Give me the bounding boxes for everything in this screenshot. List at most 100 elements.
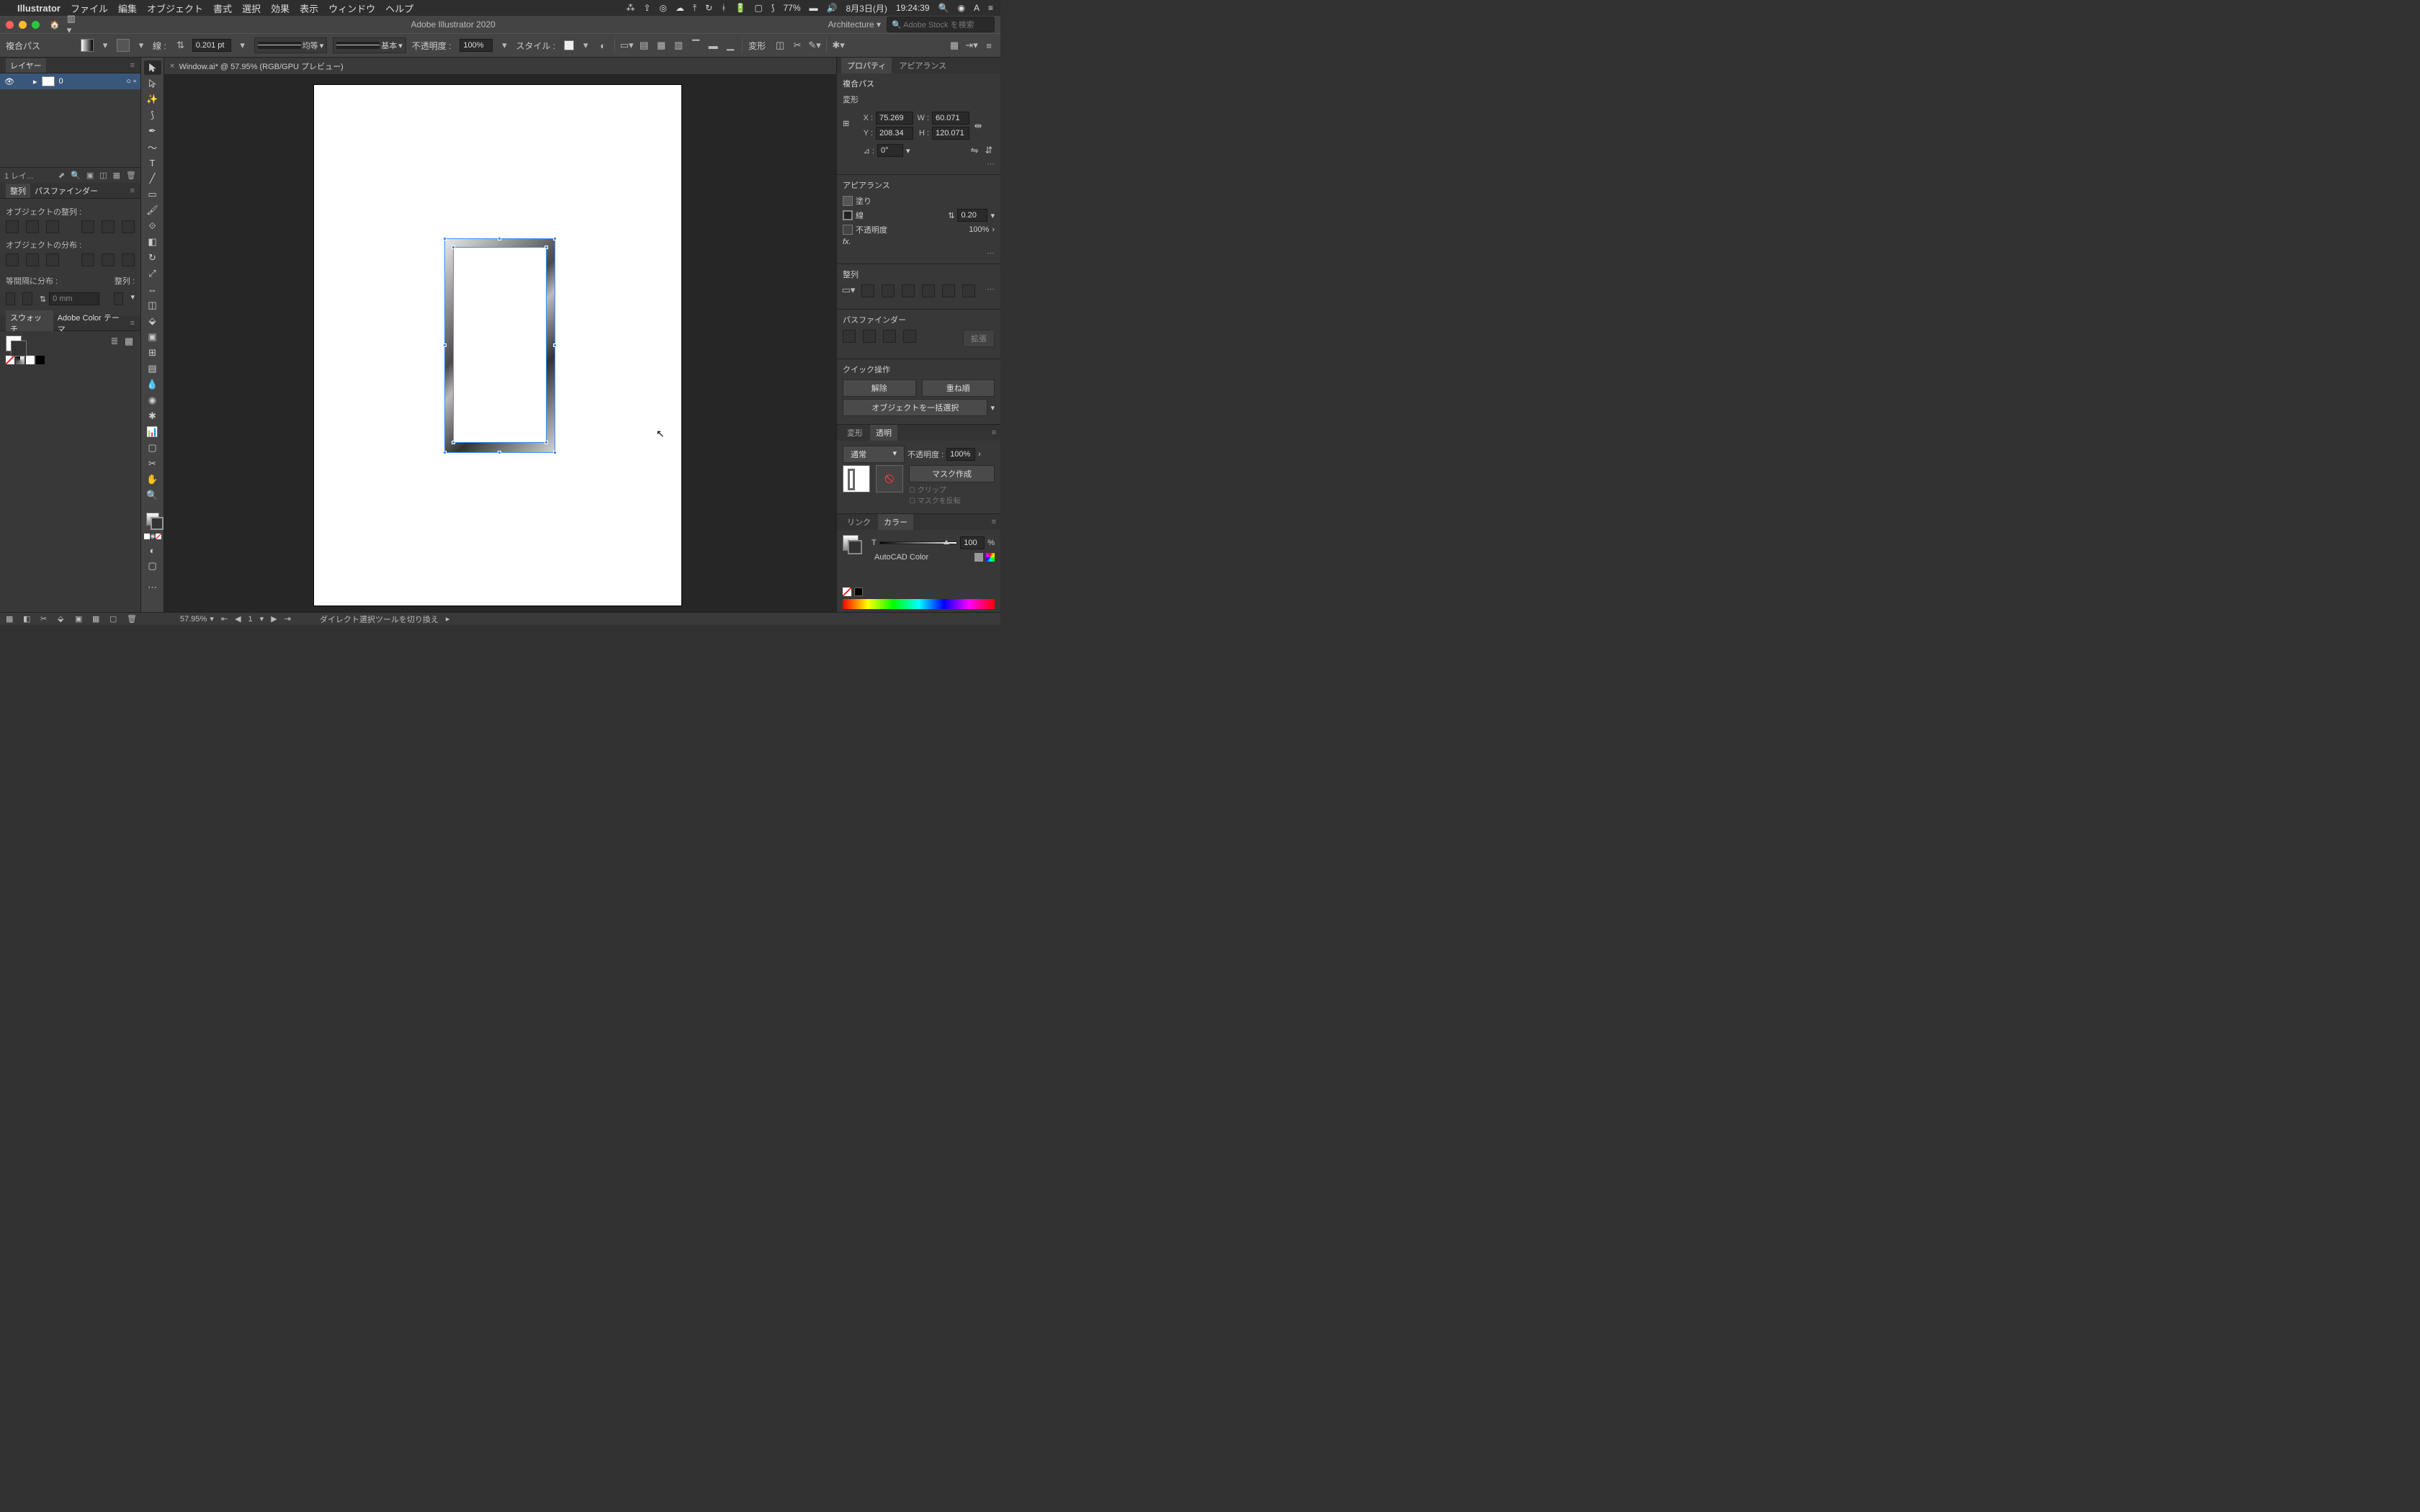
trans-preview[interactable]: [843, 465, 870, 492]
shaper-tool[interactable]: ⟐: [144, 219, 161, 233]
shape-builder-tool[interactable]: ⬙: [144, 314, 161, 328]
align-top-icon[interactable]: ▔: [690, 40, 702, 51]
properties-tab[interactable]: プロパティ: [841, 58, 892, 73]
p-align-t[interactable]: [922, 284, 935, 297]
swatch-list-icon[interactable]: ≣: [109, 336, 120, 347]
rectangle-tool[interactable]: ▭: [144, 187, 161, 202]
h-field[interactable]: [932, 127, 969, 140]
canvas[interactable]: ↖: [164, 75, 836, 612]
lasso-tool[interactable]: ⟆: [144, 108, 161, 122]
battery-icon[interactable]: ▬: [810, 3, 818, 13]
maximize-window-button[interactable]: [32, 21, 40, 29]
align-tab[interactable]: 整列: [6, 184, 30, 198]
menu-window[interactable]: ウィンドウ: [328, 1, 375, 15]
home-icon[interactable]: 🏠: [50, 20, 60, 30]
pen-tool[interactable]: ✒: [144, 124, 161, 138]
trash-icon[interactable]: 🗑: [126, 171, 136, 180]
links-tab[interactable]: リンク: [841, 514, 877, 530]
eyedropper-tool[interactable]: 💧: [144, 377, 161, 392]
align-bottom-icon[interactable]: ▁: [725, 40, 736, 51]
appearance-tab[interactable]: アピアランス: [893, 58, 952, 73]
fillstroke-indicator[interactable]: [6, 336, 22, 351]
align-right-icon[interactable]: ▥: [673, 40, 684, 51]
swatches-panel-menu-icon[interactable]: ≡: [130, 319, 135, 328]
more-options-icon[interactable]: ⋯: [843, 159, 995, 168]
trans-opacity-field[interactable]: [946, 448, 975, 461]
angle-field[interactable]: [877, 144, 903, 157]
align-hcenter-icon[interactable]: ▦: [655, 40, 667, 51]
spotlight-icon[interactable]: 🔍: [938, 3, 949, 13]
color-tab[interactable]: カラー: [878, 514, 913, 530]
align-right-button[interactable]: [46, 220, 59, 233]
app-menu[interactable]: Illustrator: [17, 3, 60, 14]
opacity-field[interactable]: [460, 39, 493, 52]
fill-swatch[interactable]: [81, 39, 94, 52]
slice-tool[interactable]: ✂: [144, 456, 161, 471]
tint-slider[interactable]: [879, 541, 957, 544]
battery-text[interactable]: 🔋: [735, 3, 746, 13]
direct-selection-tool[interactable]: [144, 76, 161, 91]
artboard-tool[interactable]: ▢: [144, 441, 161, 455]
mesh-tool[interactable]: ⊞: [144, 346, 161, 360]
stroke-swatch[interactable]: [117, 39, 130, 52]
pathfinder-tab[interactable]: パスファインダー: [30, 184, 102, 198]
color-menu-icon[interactable]: ≡: [992, 518, 996, 526]
close-window-button[interactable]: [6, 21, 14, 29]
fill-stroke-indicator[interactable]: [144, 508, 161, 530]
hand-tool[interactable]: ✋: [144, 472, 161, 487]
color-mode-row[interactable]: [144, 531, 161, 541]
p-align-vc[interactable]: [942, 284, 955, 297]
nav-prev-icon[interactable]: ◀: [235, 614, 241, 624]
menu-edit[interactable]: 編集: [118, 1, 137, 15]
sublayer-icon[interactable]: ◫: [99, 171, 107, 180]
alignto-button[interactable]: [114, 292, 123, 305]
align-vcenter-button[interactable]: [102, 220, 115, 233]
perspective-tool[interactable]: ▣: [144, 330, 161, 344]
gradient-tool[interactable]: ▤: [144, 361, 161, 376]
transparency-tab[interactable]: 透明: [870, 425, 897, 441]
screen-mode-icon[interactable]: ▢: [144, 559, 161, 573]
swatch-black[interactable]: [36, 356, 45, 364]
minimize-window-button[interactable]: [19, 21, 27, 29]
reference-point-icon[interactable]: ⊞: [843, 119, 857, 133]
link-wh-icon[interactable]: ⇹: [972, 120, 984, 132]
align-left-button[interactable]: [6, 220, 19, 233]
align-top-button[interactable]: [81, 220, 94, 233]
siri-icon[interactable]: ◉: [957, 3, 964, 13]
p-align-b[interactable]: [962, 284, 975, 297]
opacity-box[interactable]: [843, 225, 853, 235]
airplay-icon[interactable]: ▢: [754, 3, 762, 13]
edit-toolbar-button[interactable]: ⋯: [144, 580, 161, 595]
symbol-sprayer-tool[interactable]: ✱: [144, 409, 161, 423]
blend-mode-dropdown[interactable]: 通常 ▾: [843, 446, 905, 463]
cc-icon[interactable]: ◎: [659, 3, 666, 13]
paintbrush-tool[interactable]: 🖌: [144, 203, 161, 217]
spectrum-ramp[interactable]: [843, 599, 995, 609]
menu-object[interactable]: オブジェクト: [147, 1, 203, 15]
upload-icon[interactable]: ⤒: [693, 3, 696, 14]
align-left-icon[interactable]: ▤: [638, 40, 650, 51]
type-tool[interactable]: T: [144, 156, 161, 170]
bluetooth-icon[interactable]: ᚼ: [721, 3, 726, 13]
draw-mode-icon[interactable]: ◐: [144, 543, 161, 557]
batch-select-button[interactable]: オブジェクトを一括選択: [843, 399, 987, 416]
curvature-tool[interactable]: 〜: [144, 140, 161, 154]
style-swatch[interactable]: [564, 40, 574, 50]
nav-last-icon[interactable]: ⇥: [284, 614, 291, 624]
menu-view[interactable]: 表示: [300, 1, 318, 15]
y-field[interactable]: [876, 127, 913, 140]
swatch-registration[interactable]: [16, 356, 24, 364]
alignto-icon[interactable]: ▭▾: [843, 284, 854, 296]
cloud-icon[interactable]: ☁: [676, 3, 684, 13]
none-swatch[interactable]: [843, 588, 851, 596]
align-panel-menu-icon[interactable]: ≡: [130, 186, 135, 195]
pf-intersect[interactable]: [883, 330, 896, 343]
clock-date[interactable]: 8月3日(月): [846, 2, 887, 14]
isolate-icon[interactable]: ✂: [792, 40, 803, 51]
eraser-tool[interactable]: ◧: [144, 235, 161, 249]
stroke-w-field[interactable]: [957, 209, 987, 222]
free-transform-tool[interactable]: ◫: [144, 298, 161, 312]
w-field[interactable]: [932, 112, 969, 125]
swatch-grid-icon[interactable]: ▦: [123, 336, 135, 347]
menu-select[interactable]: 選択: [242, 1, 261, 15]
